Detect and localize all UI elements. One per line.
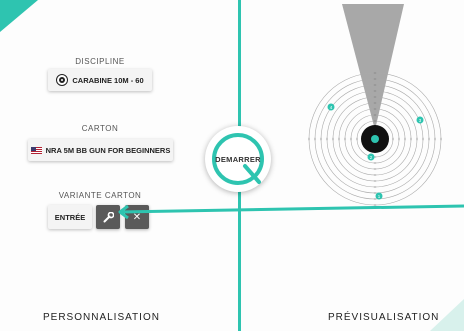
carton-value: NRA 5M BB GUN FOR BEGINNERS <box>45 145 171 155</box>
variante-value: ENTRÉE <box>54 212 86 222</box>
wrench-icon <box>103 211 114 222</box>
variante-label: VARIANTE CARTON <box>58 191 142 200</box>
clear-variante-button[interactable]: ✕ <box>125 205 149 229</box>
impact-center <box>371 135 379 143</box>
discipline-label: DISCIPLINE <box>75 57 125 66</box>
target-icon <box>56 74 69 86</box>
carton-label: CARTON <box>81 124 119 133</box>
personnalisation-tab-label: PERSONNALISATION <box>43 312 160 323</box>
discipline-value: CARABINE 10M - 60 <box>72 75 144 85</box>
variante-select[interactable]: ENTRÉE <box>48 205 92 229</box>
start-button[interactable]: DEMARRER <box>205 126 271 192</box>
target-preview: 4 3 2 1 <box>308 4 442 206</box>
previsualisation-tab-label: PRÉVISUALISATION <box>328 312 440 323</box>
impact-marker-3: 3 <box>416 116 424 124</box>
app-frame: 4 3 2 1 DISCIPLINE CARABINE 10M - 60 CAR… <box>0 0 464 331</box>
us-flag-icon <box>30 146 42 154</box>
impact-marker-2: 2 <box>367 153 375 161</box>
discipline-select[interactable]: CARABINE 10M - 60 <box>48 69 152 91</box>
edit-variante-button[interactable] <box>96 205 120 229</box>
impact-marker-4: 4 <box>327 103 335 111</box>
close-icon: ✕ <box>132 211 142 223</box>
trajectory-cone <box>342 4 404 130</box>
carton-select[interactable]: NRA 5M BB GUN FOR BEGINNERS <box>28 139 173 161</box>
corner-decoration-top-left <box>0 0 38 32</box>
impact-marker-1: 1 <box>375 192 383 200</box>
start-label: DEMARRER <box>215 154 261 164</box>
